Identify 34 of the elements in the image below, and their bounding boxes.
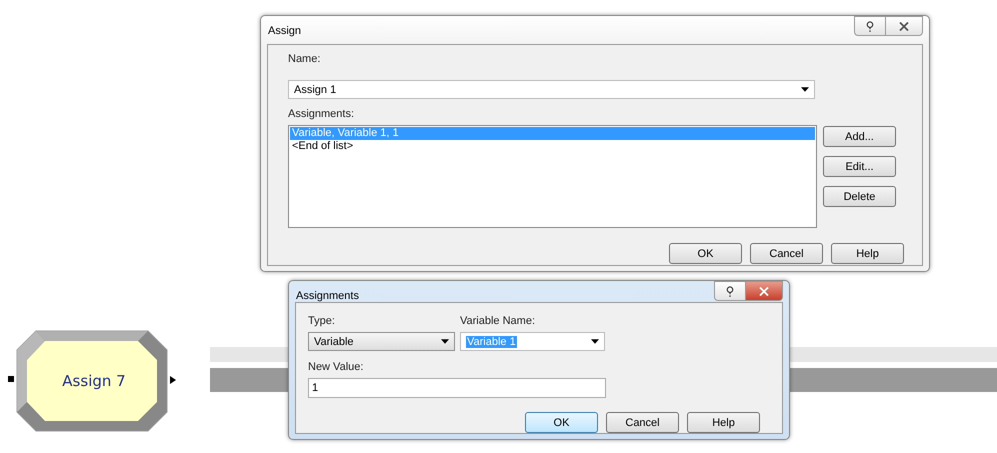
assignments-list[interactable]: Variable, Variable 1, 1 <End of list> bbox=[288, 125, 817, 228]
list-item[interactable]: <End of list> bbox=[290, 140, 815, 153]
dialog-button[interactable]: Edit... bbox=[823, 156, 896, 177]
dialog-button[interactable]: OK bbox=[669, 243, 742, 264]
window-title: Assign bbox=[268, 25, 302, 37]
dropdown-value: Assign 1 bbox=[294, 84, 336, 96]
help-icon[interactable] bbox=[725, 286, 735, 296]
new-value-field[interactable]: 1 bbox=[308, 378, 606, 398]
dialog-button[interactable]: Help bbox=[687, 412, 760, 433]
help-icon[interactable] bbox=[865, 20, 875, 32]
exit-port-icon bbox=[170, 376, 176, 384]
dialog-button[interactable]: Delete bbox=[823, 186, 896, 207]
caret-icon bbox=[591, 339, 599, 344]
field-label: Assignments: bbox=[288, 108, 356, 120]
dialog-button[interactable]: Add... bbox=[823, 126, 896, 147]
dialog-button[interactable]: Cancel bbox=[750, 243, 823, 264]
close-icon[interactable] bbox=[899, 20, 909, 32]
field-label: Type: bbox=[308, 315, 336, 327]
field-label: Name: bbox=[288, 53, 322, 65]
name-dropdown[interactable]: Assign 1 bbox=[288, 80, 815, 99]
field-label: New Value: bbox=[308, 361, 364, 373]
module-label: Assign 7 bbox=[62, 372, 126, 390]
field-label: Variable Name: bbox=[460, 315, 536, 327]
dialog-button[interactable]: OK bbox=[525, 412, 598, 433]
dialog-button[interactable]: Help bbox=[831, 243, 904, 264]
dropdown-value: Variable 1 bbox=[466, 336, 517, 348]
caret-icon bbox=[801, 87, 809, 92]
dialog-button[interactable]: Cancel bbox=[606, 412, 679, 433]
type-dropdown[interactable]: Variable bbox=[308, 332, 455, 351]
entry-port-icon bbox=[8, 376, 14, 382]
dropdown-value: Variable bbox=[314, 336, 354, 348]
caret-icon bbox=[441, 339, 449, 344]
module-shape[interactable] bbox=[16, 330, 168, 432]
window-title: Assignments bbox=[296, 290, 359, 302]
